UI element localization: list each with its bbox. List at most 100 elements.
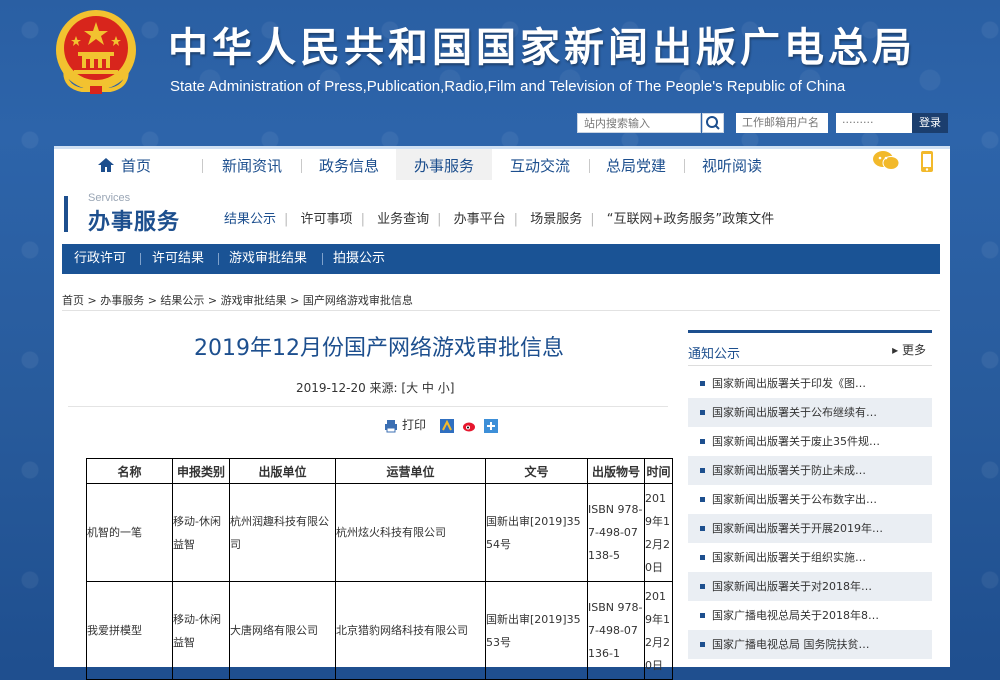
article-title: 2019年12月份国产网络游戏审批信息 (194, 336, 564, 361)
table-header: 名称 (86, 458, 173, 484)
nav-item-label: 首页 (120, 157, 151, 175)
share-more-icon[interactable] (483, 418, 498, 433)
table-header: 运营单位 (335, 458, 486, 484)
search-button[interactable] (702, 113, 724, 133)
list-item[interactable]: 国家新闻出版署关于组织实施… (688, 543, 932, 572)
nav-item-interaction[interactable]: 互动交流 (500, 149, 580, 183)
nav-item-news[interactable]: 新闻资讯 (212, 149, 292, 183)
share-weibo-icon[interactable] (462, 419, 476, 433)
main-nav: 首页 新闻资讯 政务信息 办事服务 互动交流 总局党建 视听阅读 (54, 146, 950, 183)
divider (68, 406, 668, 407)
table-cell-name: 机智的一笔 (86, 483, 173, 582)
section-accent-bar (64, 196, 68, 232)
site-title-en: State Administration of Press,Publicatio… (170, 78, 846, 95)
more-link[interactable]: ▸ 更多 (892, 341, 926, 358)
login-button[interactable]: 登录 (912, 113, 948, 133)
article-tools: 打印 (384, 416, 502, 433)
national-emblem-icon (56, 10, 136, 94)
nav-divider (202, 159, 203, 173)
table-cell-date: 2019年12月20日 (644, 483, 673, 582)
breadcrumb[interactable]: 首页 > 办事服务 > 结果公示 > 游戏审批结果 > 国产网络游戏审批信息 (62, 292, 413, 308)
secondary-nav-divider (140, 253, 141, 265)
nav-divider (589, 159, 590, 173)
list-item[interactable]: 国家新闻出版署关于印发《图… (688, 369, 932, 398)
nav-item-government-info[interactable]: 政务信息 (309, 149, 389, 183)
table-header: 申报类别 (172, 458, 230, 484)
list-item[interactable]: 国家新闻出版署关于对2018年… (688, 572, 932, 601)
table-cell-isbn: ISBN 978-7-498-07138-5 (587, 483, 645, 582)
list-item[interactable]: 国家新闻出版署关于公布继续有… (688, 398, 932, 427)
search-input[interactable]: 站内搜索输入 (577, 113, 701, 133)
sub-nav-policy-docs[interactable]: “互联网+政务服务”政策文件 (599, 208, 782, 227)
password-field[interactable]: ········· (836, 113, 912, 133)
sidebar-title: 通知公示 (688, 347, 741, 362)
list-item[interactable]: 国家新闻出版署关于公布数字出… (688, 485, 932, 514)
print-icon[interactable] (384, 419, 398, 433)
table-cell-doc-number: 国新出审[2019]3554号 (485, 483, 588, 582)
notice-list: 国家新闻出版署关于印发《图… 国家新闻出版署关于公布继续有… 国家新闻出版署关于… (688, 369, 932, 659)
site-title-cn: 中华人民共和国国家新闻出版广电总局 (168, 25, 916, 71)
table-header: 文号 (485, 458, 588, 484)
list-item[interactable]: 国家新闻出版署关于防止未成… (688, 456, 932, 485)
table-header: 时间 (644, 458, 673, 484)
sub-nav-scene-service[interactable]: 场景服务 (522, 208, 590, 227)
table-row: 我爱拼模型 移动-休闲益智 大唐网络有限公司 北京猎豹网络科技有限公司 国新出审… (86, 581, 673, 680)
sub-nav-divider: | (590, 212, 595, 227)
email-username-field[interactable]: 工作邮箱用户名 (736, 113, 828, 133)
section-title-en: Services (88, 192, 131, 204)
sub-nav-divider: | (360, 212, 365, 227)
game-approval-table: 名称 申报类别 出版单位 运营单位 文号 出版物号 时间 机智的一笔 移动-休闲… (86, 458, 673, 680)
table-cell-isbn: ISBN 978-7-498-07136-1 (587, 581, 645, 680)
list-item[interactable]: 国家广播电视总局 国务院扶贫… (688, 630, 932, 659)
table-cell-publisher: 杭州润趣科技有限公司 (229, 483, 336, 582)
table-cell-category: 移动-休闲益智 (172, 483, 230, 582)
table-header: 出版物号 (587, 458, 645, 484)
sub-nav-divider: | (284, 212, 289, 227)
table-cell-category: 移动-休闲益智 (172, 581, 230, 680)
sub-nav-divider: | (513, 212, 519, 227)
secondary-nav-game-approval[interactable]: 游戏审批结果 (229, 244, 307, 274)
share-renren-icon[interactable] (439, 418, 454, 433)
nav-item-services[interactable]: 办事服务 (396, 149, 492, 183)
print-label[interactable]: 打印 (402, 418, 426, 432)
search-icon (706, 116, 720, 130)
divider (62, 310, 940, 311)
table-cell-name: 我爱拼模型 (86, 581, 173, 680)
secondary-nav-divider (218, 253, 219, 265)
secondary-nav-divider (322, 253, 323, 265)
list-item[interactable]: 国家新闻出版署关于开展2019年… (688, 514, 932, 543)
sub-nav-business-query[interactable]: 业务查询 (369, 208, 437, 227)
list-item[interactable]: 国家广播电视总局关于2018年8… (688, 601, 932, 630)
nav-divider (301, 159, 302, 173)
table-cell-date: 2019年12月20日 (644, 581, 673, 680)
sub-nav-licensing[interactable]: 许可事项 (293, 208, 361, 227)
sub-nav: 结果公示 | 许可事项 | 业务查询 | 办事平台 | 场景服务 | “互联网+政务服务”… (216, 208, 782, 227)
wechat-icon[interactable] (872, 150, 900, 172)
content-panel: Services 办事服务 结果公示 | 许可事项 | 业务查询 | 办事平台 | 场景… (54, 180, 950, 680)
secondary-nav-bar: 行政许可 许可结果 游戏审批结果 拍摄公示 (62, 244, 940, 274)
table-cell-publisher: 大唐网络有限公司 (229, 581, 336, 680)
sub-nav-platform[interactable]: 办事平台 (446, 208, 514, 227)
home-icon (97, 158, 114, 172)
sidebar-header: 通知公示 ▸ 更多 (688, 333, 932, 367)
table-header: 出版单位 (229, 458, 336, 484)
sub-nav-results[interactable]: 结果公示 (216, 208, 284, 227)
nav-item-party-building[interactable]: 总局党建 (596, 149, 676, 183)
mobile-icon[interactable] (918, 150, 938, 174)
table-row: 机智的一笔 移动-休闲益智 杭州润趣科技有限公司 杭州炫火科技有限公司 国新出审… (86, 483, 673, 582)
secondary-nav-filming-notice[interactable]: 拍摄公示 (333, 244, 385, 274)
secondary-nav-admin-license[interactable]: 行政许可 (74, 244, 126, 274)
nav-divider (684, 159, 685, 173)
nav-item-audiovisual[interactable]: 视听阅读 (692, 149, 772, 183)
article-meta: 2019-12-20 来源: [大 中 小] (296, 381, 455, 395)
table-header-row: 名称 申报类别 出版单位 运营单位 文号 出版物号 时间 (86, 458, 673, 484)
table-cell-operator: 杭州炫火科技有限公司 (335, 483, 486, 582)
secondary-nav-license-results[interactable]: 许可结果 (152, 244, 204, 274)
list-item[interactable]: 国家新闻出版署关于废止35件规… (688, 427, 932, 456)
section-title-cn: 办事服务 (88, 210, 181, 235)
table-cell-doc-number: 国新出审[2019]3553号 (485, 581, 588, 680)
sub-nav-divider: | (437, 212, 442, 227)
nav-item-home[interactable]: 首页 (84, 149, 164, 183)
divider (688, 365, 932, 366)
table-cell-operator: 北京猎豹网络科技有限公司 (335, 581, 486, 680)
